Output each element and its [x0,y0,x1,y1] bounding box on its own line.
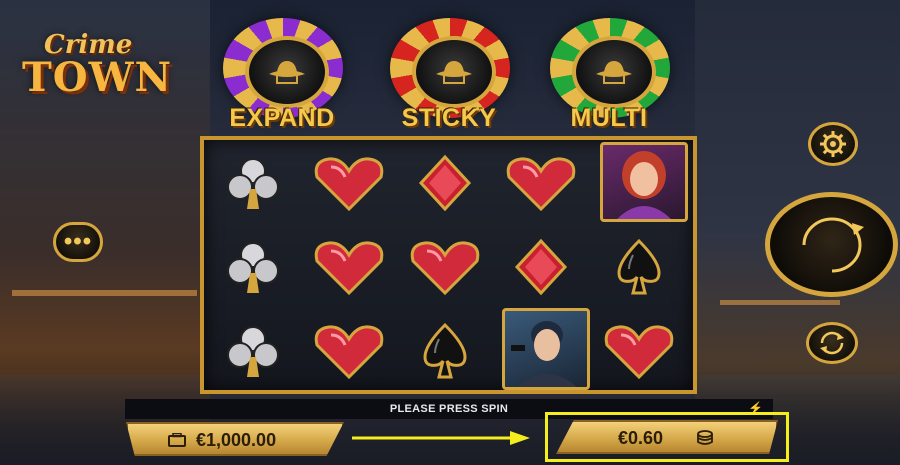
feature-label: EXPAND [229,104,335,132]
spade-icon [423,322,467,379]
spade-symbol [594,226,684,308]
woman-portrait-symbol [600,142,688,222]
neon-strip [720,300,840,305]
reel-grid [200,136,697,394]
club-symbol [208,142,298,224]
heart-icon [314,241,384,296]
club-icon [227,326,279,377]
diamond-symbol [496,226,586,308]
balance-display: €1,000.00 [126,422,344,456]
sticky-chip-icon [390,18,510,118]
arrow-annotation [352,431,530,445]
spade-icon [617,238,661,295]
expand-chip-icon [223,18,343,118]
heart-icon [410,241,480,296]
club-symbol [208,226,298,308]
feature-sticky: STICKY [374,12,524,134]
heart-icon [506,157,576,212]
fedora-icon [269,61,305,84]
autoplay-button[interactable] [806,322,858,364]
wallet-icon [168,433,186,447]
man-portrait-icon [511,321,577,387]
feature-multi: MULTI [534,12,684,134]
heart-symbol [304,142,394,224]
club-symbol [208,310,298,392]
balance-value: €1,000.00 [196,430,277,450]
more-dots-icon: ••• [63,228,93,255]
heart-symbol [594,310,684,392]
heart-icon [604,325,674,380]
fedora-icon [596,61,632,84]
diamond-symbol [400,142,490,224]
heart-symbol [496,142,586,224]
gear-icon [820,131,846,157]
bet-highlight-box [545,412,789,462]
multi-chip-icon [550,18,670,118]
heart-symbol [304,226,394,308]
heart-symbol [400,226,490,308]
diamond-icon [418,154,472,212]
settings-button[interactable] [808,122,858,166]
fedora-icon [436,61,472,84]
autoplay-icon [820,331,844,355]
heart-icon [314,325,384,380]
spin-icon [802,217,864,272]
woman-portrait-icon [617,151,671,219]
logo-line2: TOWN [22,54,173,101]
menu-button[interactable]: ••• [53,222,103,262]
game-logo: Crime TOWN [14,28,179,101]
club-icon [227,158,279,209]
spin-button[interactable] [765,192,898,297]
feature-label: STICKY [401,104,497,132]
spade-symbol [400,310,490,392]
heart-icon [314,157,384,212]
feature-label: MULTI [570,104,648,132]
neon-strip [12,290,197,296]
feature-expand: EXPAND [207,12,357,134]
club-icon [227,242,279,293]
heart-symbol [304,310,394,392]
man-portrait-symbol [502,308,590,390]
diamond-icon [514,238,568,296]
